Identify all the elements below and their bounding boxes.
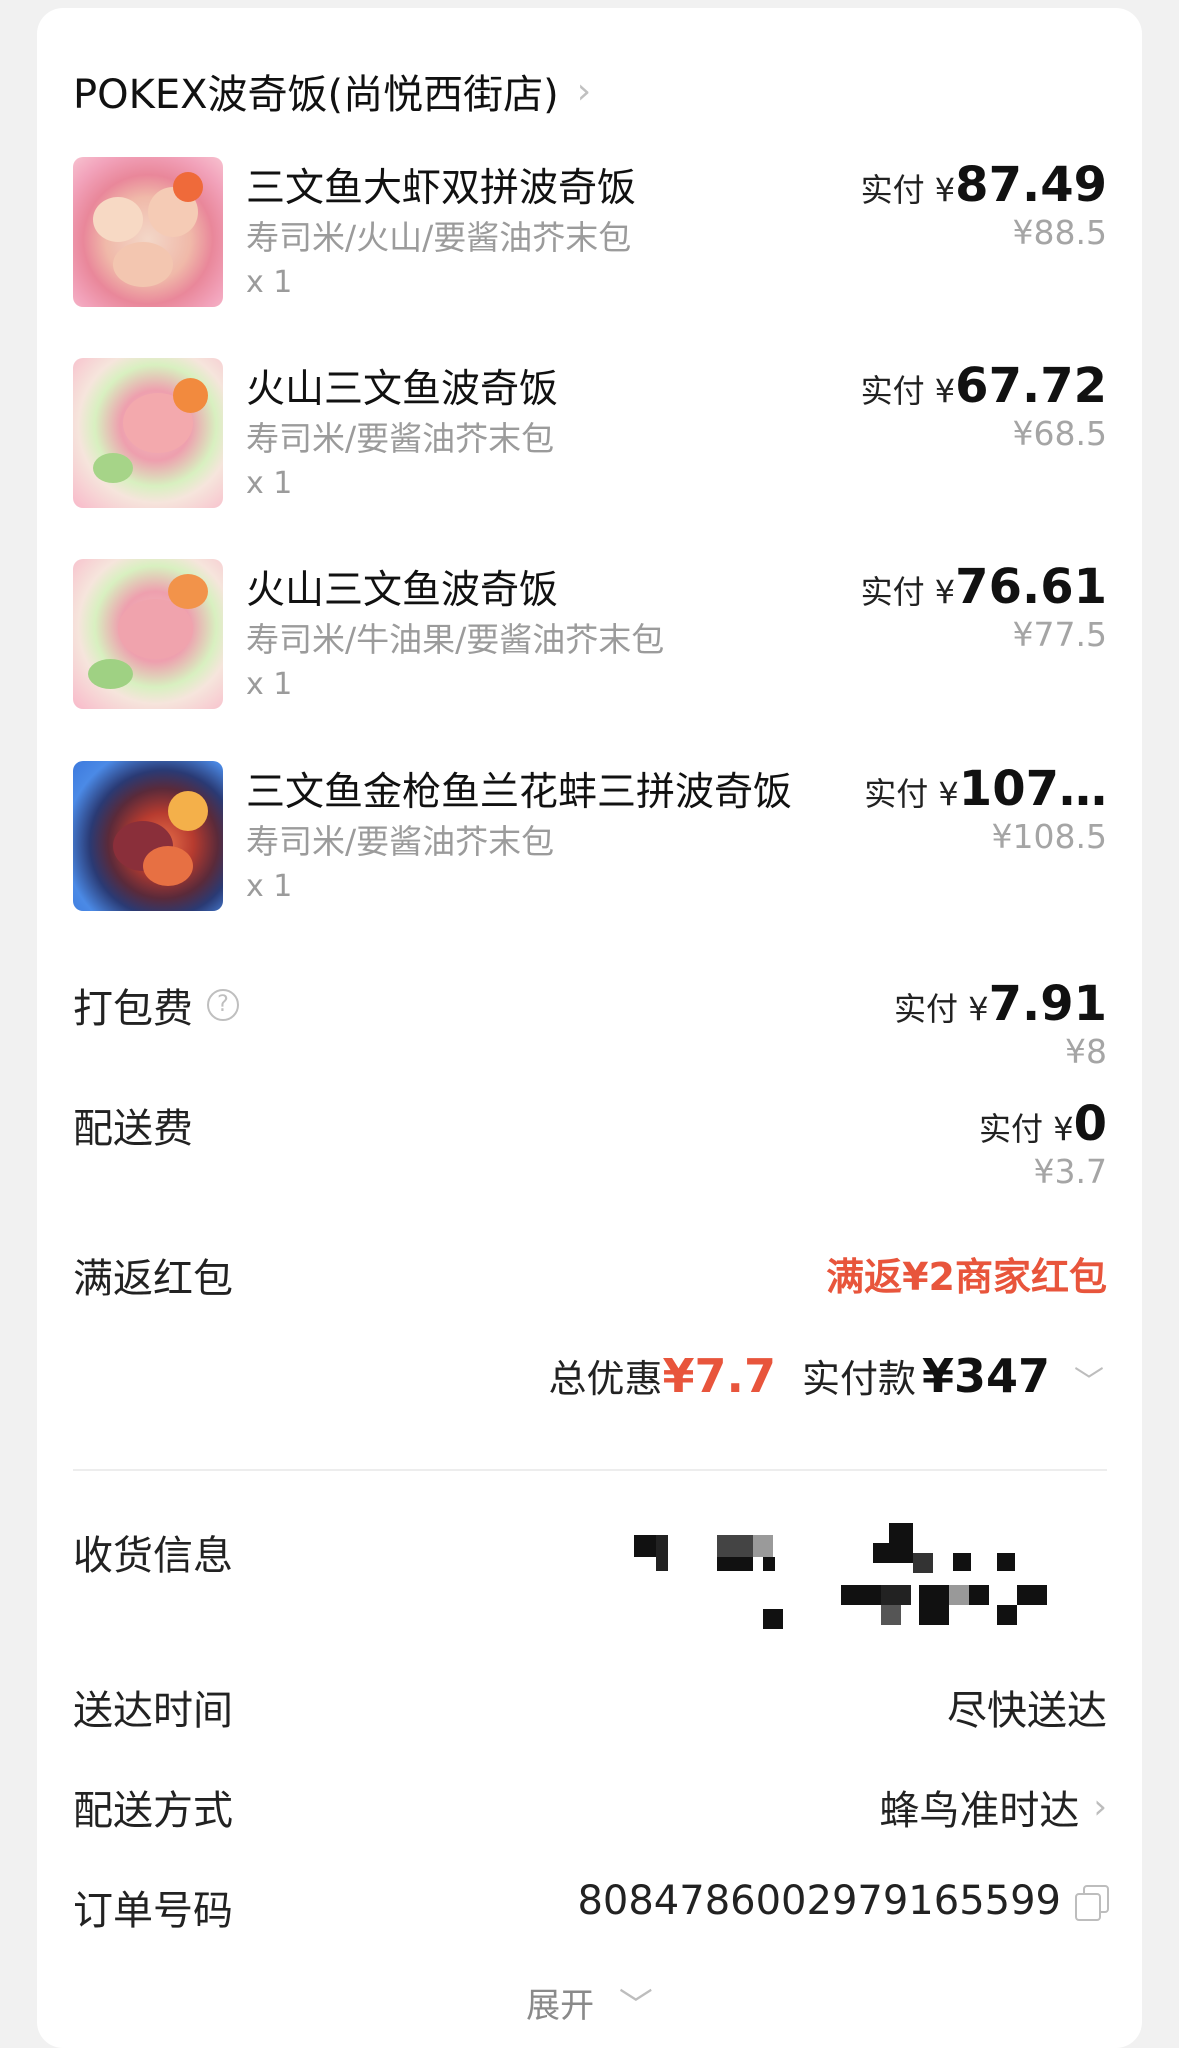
packing-fee-price: 实付 ¥7.91 ¥8 [894,976,1107,1071]
item-name: 火山三文鱼波奇饭 [246,568,559,613]
redpacket-value: 满返¥2商家红包 [826,1255,1107,1299]
original-price: ¥3.7 [1033,1152,1107,1191]
store-header[interactable]: POKEX波奇饭(尚悦西街店) › [73,56,591,126]
paid-prefix: 实付 ¥ [979,1110,1074,1148]
order-item[interactable]: 火山三文鱼波奇饭 寿司米/要酱油芥末包 x 1 实付 ¥67.72 ¥68.5 [73,358,1107,518]
order-number-row: 订单号码 8084786002979165599 [73,1878,1109,1938]
copy-icon[interactable] [1075,1885,1109,1921]
order-item[interactable]: 三文鱼金枪鱼兰花蚌三拼波奇饭 寿司米/要酱油芥末包 x 1 实付 ¥107… ¥… [73,761,1107,921]
paid-amount: 7.91 [988,976,1107,1032]
delivery-fee-price: 实付 ¥0 ¥3.7 [979,1096,1107,1191]
item-price: 实付 ¥67.72 ¥68.5 [861,358,1107,453]
original-price: ¥77.5 [1012,615,1107,654]
delivery-fee-label: 配送费 [73,1106,193,1152]
order-card: POKEX波奇饭(尚悦西街店) › 三文鱼大虾双拼波奇饭 寿司米/火山/要酱油芥… [37,8,1142,2048]
item-image [73,358,223,508]
expand-button[interactable]: 展开 ﹀ [37,1978,1142,2027]
order-item[interactable]: 火山三文鱼波奇饭 寿司米/牛油果/要酱油芥末包 x 1 实付 ¥76.61 ¥7… [73,559,1107,719]
chevron-down-icon[interactable]: ﹀ [1074,1357,1104,1401]
order-number-value: 8084786002979165599 [577,1878,1061,1924]
item-spec: 寿司米/要酱油芥末包 [246,822,555,861]
store-name[interactable]: POKEX波奇饭(尚悦西街店) [73,62,559,120]
expand-label: 展开 [526,1986,595,2026]
item-name: 火山三文鱼波奇饭 [246,367,559,412]
item-image [73,559,223,709]
original-price: ¥8 [1065,1032,1107,1071]
discount-value: ¥7.7 [662,1349,776,1403]
receiver-info-row[interactable]: 收货信息 [73,1523,1107,1629]
chevron-down-icon: ﹀ [618,1986,653,2026]
packing-fee-label: 打包费 [73,986,193,1032]
redpacket-row: 满返红包 满返¥2商家红包 [73,1246,1107,1304]
paid-amount: 67.72 [955,358,1107,414]
paid-prefix: 实付 ¥ [860,573,956,611]
item-price: 实付 ¥87.49 ¥88.5 [861,157,1107,252]
original-price: ¥68.5 [1012,414,1107,453]
total-label: 实付款 [801,1357,916,1401]
paid-amount: 76.61 [955,559,1107,615]
item-qty: x 1 [246,466,293,501]
item-name: 三文鱼金枪鱼兰花蚌三拼波奇饭 [246,770,793,815]
paid-prefix: 实付 ¥ [894,990,989,1028]
item-qty: x 1 [246,667,293,702]
item-spec: 寿司米/火山/要酱油芥末包 [246,218,632,257]
original-price: ¥88.5 [1012,213,1107,252]
chevron-right-icon: › [1093,1787,1107,1827]
order-item[interactable]: 三文鱼大虾双拼波奇饭 寿司米/火山/要酱油芥末包 x 1 实付 ¥87.49 ¥… [73,157,1107,317]
paid-amount: 0 [1073,1096,1107,1152]
item-price: 实付 ¥76.61 ¥77.5 [861,559,1107,654]
paid-prefix: 实付 ¥ [860,171,956,209]
paid-prefix: 实付 ¥ [860,372,956,410]
delivery-method-row[interactable]: 配送方式 蜂鸟准时达 › [73,1778,1107,1838]
paid-amount: 107… [958,761,1107,817]
item-image [73,157,223,307]
item-qty: x 1 [246,869,293,904]
item-name: 三文鱼大虾双拼波奇饭 [246,166,637,211]
item-qty: x 1 [246,265,293,300]
delivery-time-value: 尽快送达 [947,1688,1107,1734]
original-price: ¥108.5 [991,817,1107,856]
item-spec: 寿司米/要酱油芥末包 [246,419,555,458]
item-spec: 寿司米/牛油果/要酱油芥末包 [246,620,665,659]
delivery-time-row: 送达时间 尽快送达 [73,1678,1107,1738]
question-circle-icon[interactable]: ? [207,989,239,1021]
delivery-method-value: 蜂鸟准时达 [879,1788,1080,1834]
chevron-right-icon: › [576,70,592,112]
delivery-fee-row: 配送费 实付 ¥0 ¥3.7 [73,1096,1107,1191]
total-summary[interactable]: 总优惠 ¥7.7 实付款 ¥347 ﹀ [548,1348,1104,1403]
item-image [73,761,223,911]
paid-prefix: 实付 ¥ [864,775,959,813]
paid-amount: 87.49 [955,157,1107,213]
item-price: 实付 ¥107… ¥108.5 [864,761,1107,856]
divider [73,1469,1107,1471]
redacted-address [593,1523,1113,1643]
total-value: ¥347 [921,1349,1050,1403]
discount-label: 总优惠 [548,1357,663,1401]
packing-fee-row: 打包费 ? 实付 ¥7.91 ¥8 [73,976,1107,1071]
